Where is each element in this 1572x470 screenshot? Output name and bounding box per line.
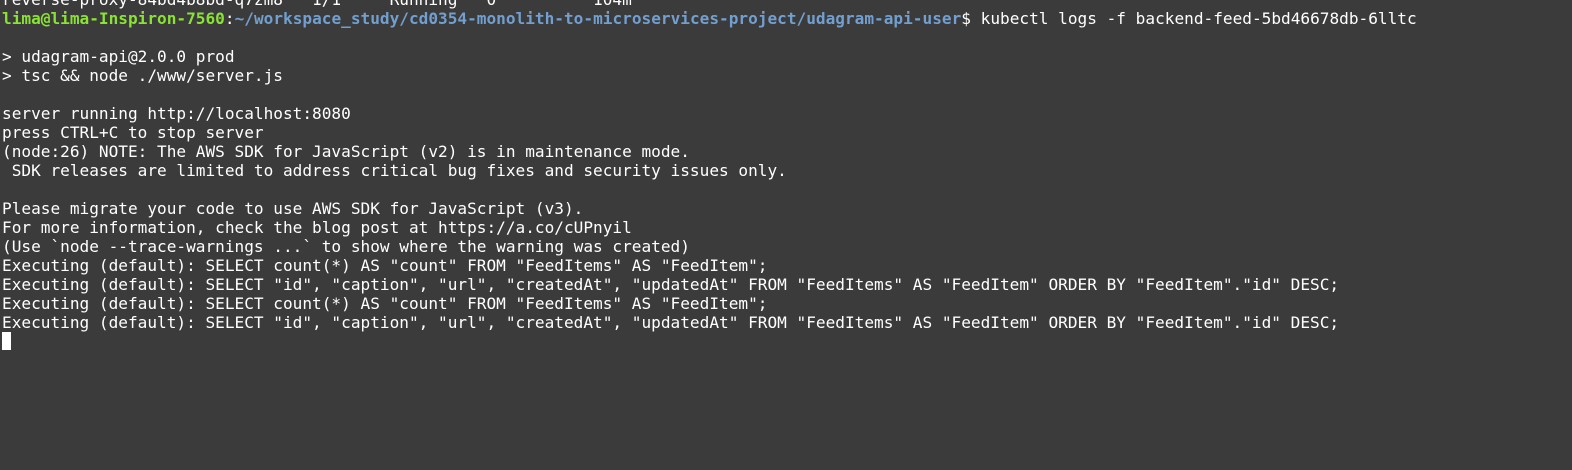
terminal-output: reverse-proxy-84bd4b8bd-q7zm8 1/1 Runnin…	[2, 0, 1417, 351]
output-line: > tsc && node ./www/server.js	[2, 66, 283, 85]
output-line: Executing (default): SELECT count(*) AS …	[2, 294, 768, 313]
output-line: Executing (default): SELECT "id", "capti…	[2, 313, 1340, 332]
output-line: server running http://localhost:8080	[2, 104, 351, 123]
prompt-symbol: $	[961, 9, 981, 28]
command-text: kubectl logs -f backend-feed-5bd46678db-…	[980, 9, 1417, 28]
scrolled-partial-line: reverse-proxy-84bd4b8bd-q7zm8 1/1 Runnin…	[2, 0, 1417, 9]
terminal-window[interactable]: reverse-proxy-84bd4b8bd-q7zm8 1/1 Runnin…	[0, 0, 1572, 470]
output-line: Executing (default): SELECT "id", "capti…	[2, 275, 1340, 294]
output-line: Please migrate your code to use AWS SDK …	[2, 199, 584, 218]
output-line: For more information, check the blog pos…	[2, 218, 632, 237]
prompt-user-host: lima@lima-Inspiron-7560	[2, 9, 225, 28]
text-cursor[interactable]	[2, 332, 11, 350]
output-line: SDK releases are limited to address crit…	[2, 161, 787, 180]
output-line: Executing (default): SELECT count(*) AS …	[2, 256, 768, 275]
output-line: (node:26) NOTE: The AWS SDK for JavaScri…	[2, 142, 690, 161]
output-line: press CTRL+C to stop server	[2, 123, 264, 142]
output-line: (Use `node --trace-warnings ...` to show…	[2, 237, 690, 256]
prompt-path: ~/workspace_study/cd0354-monolith-to-mic…	[234, 9, 962, 28]
prompt-separator: :	[224, 9, 235, 28]
command-prompt-line: lima@lima-Inspiron-7560:~/workspace_stud…	[2, 9, 1417, 28]
output-line: > udagram-api@2.0.0 prod	[2, 47, 235, 66]
cursor-line	[2, 332, 1417, 351]
